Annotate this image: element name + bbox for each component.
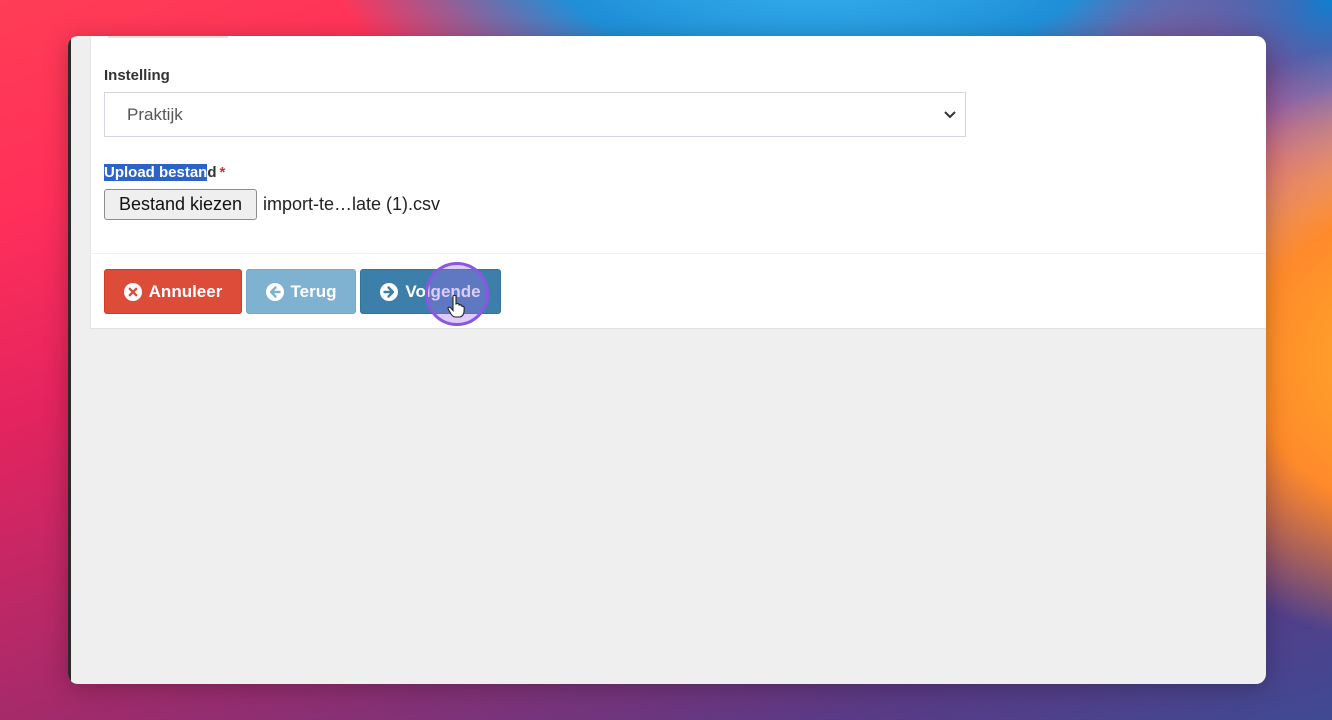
setting-label: Instelling (104, 67, 170, 84)
browser-window: Instelling Praktijk Upload bestand * Best… (68, 36, 1266, 684)
upload-label: Upload bestand * (104, 164, 225, 181)
window-edge (68, 36, 71, 684)
tab-stub (108, 36, 228, 38)
chevron-down-icon (944, 111, 956, 119)
import-form-panel: Instelling Praktijk Upload bestand * Best… (90, 36, 1266, 329)
back-button[interactable]: Terug (246, 269, 356, 314)
required-marker: * (219, 164, 226, 181)
choose-file-button[interactable]: Bestand kiezen (104, 189, 257, 220)
upload-label-selected-text: Upload bestan (104, 164, 208, 181)
arrow-circle-right-icon (380, 282, 399, 301)
form-divider (91, 253, 1266, 254)
back-button-label: Terug (290, 281, 337, 301)
times-circle-icon (123, 282, 142, 301)
upload-label-rest: d (207, 164, 217, 181)
arrow-circle-left-icon (265, 282, 284, 301)
cancel-button-label: Annuleer (148, 281, 223, 301)
setting-select[interactable]: Praktijk (104, 92, 966, 137)
hand-pointer-icon (447, 294, 465, 318)
setting-select-value: Praktijk (127, 104, 183, 124)
selected-file-name: import-te…late (1).csv (263, 194, 441, 214)
cancel-button[interactable]: Annuleer (104, 269, 242, 314)
